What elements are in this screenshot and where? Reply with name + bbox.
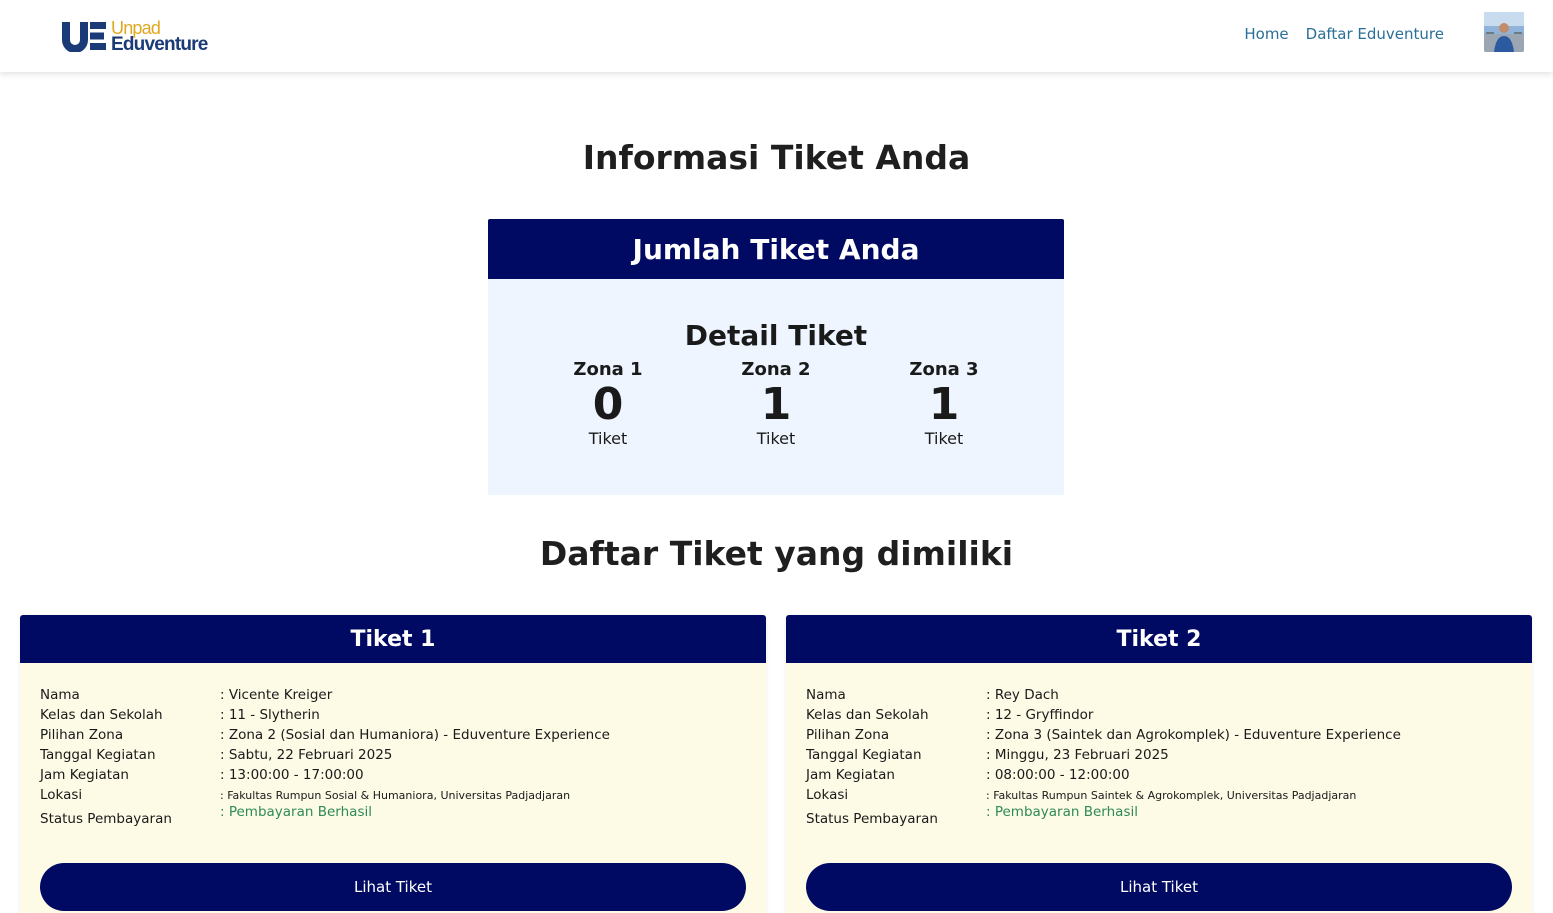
detail-value: : 12 - Gryffindor [986, 707, 1094, 723]
summary-header: Jumlah Tiket Anda [488, 219, 1064, 279]
zone-unit: Tiket [756, 429, 796, 449]
detail-row-status: Status Pembayaran : Pembayaran Berhasil [40, 804, 610, 829]
detail-row-kelas: Kelas dan Sekolah : 11 - Slytherin [40, 705, 610, 725]
detail-label: Status Pembayaran [806, 811, 938, 827]
zone-3-summary: Zona 3 1 Tiket [879, 359, 1009, 448]
zone-name: Zona 3 [909, 359, 979, 380]
detail-label: Kelas dan Sekolah [40, 707, 163, 723]
detail-row-tanggal: Tanggal Kegiatan : Sabtu, 22 Februari 20… [40, 745, 610, 765]
navbar: Unpad Eduventure Home Daftar Eduventure [0, 0, 1553, 72]
detail-value: : Zona 2 (Sosial dan Humaniora) - Eduven… [220, 727, 610, 743]
detail-label: Jam Kegiatan [40, 767, 129, 783]
detail-row-tanggal: Tanggal Kegiatan : Minggu, 23 Februari 2… [806, 745, 1401, 765]
detail-label: Nama [40, 687, 80, 703]
detail-value: : Rey Dach [986, 687, 1059, 703]
detail-row-kelas: Kelas dan Sekolah : 12 - Gryffindor [806, 705, 1401, 725]
detail-value: : Vicente Kreiger [220, 687, 333, 703]
zone-count: 0 [592, 379, 624, 430]
detail-label: Nama [806, 687, 846, 703]
nav-link-home[interactable]: Home [1244, 25, 1288, 43]
detail-row-lokasi: Lokasi : Fakultas Rumpun Saintek & Agrok… [806, 785, 1401, 805]
logo-line1: Unpad [111, 17, 161, 38]
detail-row-jam: Jam Kegiatan : 08:00:00 - 12:00:00 [806, 765, 1401, 785]
detail-row-jam: Jam Kegiatan : 13:00:00 - 17:00:00 [40, 765, 610, 785]
detail-label: Status Pembayaran [40, 811, 172, 827]
ticket-card-2: Tiket 2 Nama : Rey Dach Kelas dan Sekola… [786, 615, 1532, 913]
ticket-details: Nama : Rey Dach Kelas dan Sekolah : 12 -… [806, 685, 1401, 829]
summary-subtitle: Detail Tiket [684, 319, 868, 352]
zone-name: Zona 2 [741, 359, 811, 380]
detail-label: Jam Kegiatan [806, 767, 895, 783]
detail-value: : 13:00:00 - 17:00:00 [220, 767, 364, 783]
logo-text: Unpad Eduventure [111, 19, 208, 54]
ticket-title: Tiket 2 [786, 615, 1532, 663]
detail-row-status: Status Pembayaran : Pembayaran Berhasil [806, 804, 1401, 829]
zone-1-summary: Zona 1 0 Tiket [543, 359, 673, 448]
detail-label: Kelas dan Sekolah [806, 707, 929, 723]
detail-value: : Zona 3 (Saintek dan Agrokomplek) - Edu… [986, 727, 1401, 743]
detail-label: Tanggal Kegiatan [40, 747, 156, 763]
ticket-details: Nama : Vicente Kreiger Kelas dan Sekolah… [40, 685, 610, 829]
logo[interactable]: Unpad Eduventure [60, 18, 208, 54]
detail-value: : Sabtu, 22 Februari 2025 [220, 747, 393, 763]
zone-name: Zona 1 [573, 359, 643, 380]
ticket-summary-card: Jumlah Tiket Anda Detail Tiket Zona 1 0 … [488, 219, 1064, 495]
zone-2-summary: Zona 2 1 Tiket [711, 359, 841, 448]
logo-line2: Eduventure [111, 33, 208, 55]
view-ticket-button[interactable]: Lihat Tiket [40, 863, 746, 911]
user-avatar[interactable] [1484, 12, 1524, 52]
view-ticket-button[interactable]: Lihat Tiket [806, 863, 1512, 911]
detail-value: : Minggu, 23 Februari 2025 [986, 747, 1169, 763]
detail-row-nama: Nama : Rey Dach [806, 685, 1401, 705]
payment-status: : Pembayaran Berhasil [220, 804, 372, 820]
zone-count: 1 [760, 379, 792, 430]
detail-row-lokasi: Lokasi : Fakultas Rumpun Sosial & Humani… [40, 785, 610, 805]
page-title: Informasi Tiket Anda [582, 138, 971, 177]
detail-label: Pilihan Zona [806, 727, 890, 743]
detail-value: : Fakultas Rumpun Saintek & Agrokomplek,… [986, 788, 1357, 802]
ue-logo-mark [60, 20, 108, 52]
detail-label: Lokasi [806, 787, 849, 803]
payment-status: : Pembayaran Berhasil [986, 804, 1138, 820]
nav-link-daftar-eduventure[interactable]: Daftar Eduventure [1306, 25, 1444, 43]
ticket-title: Tiket 1 [20, 615, 766, 663]
detail-label: Pilihan Zona [40, 727, 124, 743]
ticket-card-1: Tiket 1 Nama : Vicente Kreiger Kelas dan… [20, 615, 766, 913]
zone-unit: Tiket [924, 429, 964, 449]
zone-unit: Tiket [588, 429, 628, 449]
zone-count: 1 [928, 379, 960, 430]
detail-label: Tanggal Kegiatan [806, 747, 922, 763]
detail-row-zona: Pilihan Zona : Zona 2 (Sosial dan Humani… [40, 725, 610, 745]
detail-label: Lokasi [40, 787, 83, 803]
detail-row-nama: Nama : Vicente Kreiger [40, 685, 610, 705]
detail-value: : 08:00:00 - 12:00:00 [986, 767, 1130, 783]
detail-row-zona: Pilihan Zona : Zona 3 (Saintek dan Agrok… [806, 725, 1401, 745]
nav-links: Home Daftar Eduventure [1244, 25, 1444, 43]
ticket-list-title: Daftar Tiket yang dimiliki [539, 534, 1014, 573]
detail-value: : 11 - Slytherin [220, 707, 320, 723]
detail-value: : Fakultas Rumpun Sosial & Humaniora, Un… [220, 788, 571, 802]
